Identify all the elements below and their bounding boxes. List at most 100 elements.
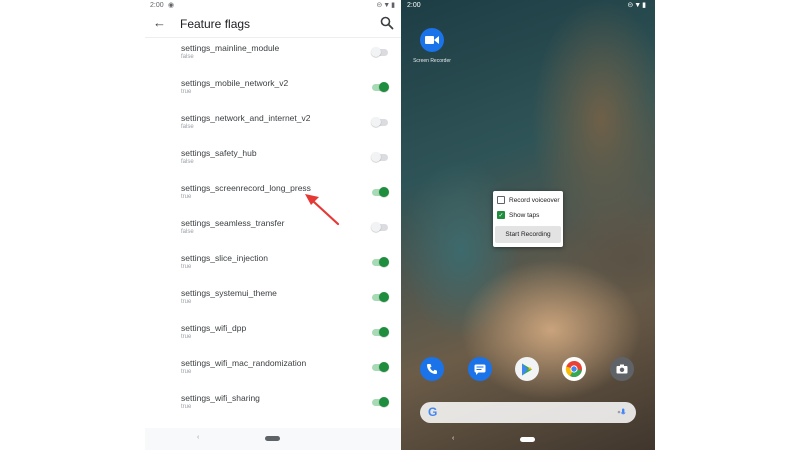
toggle-thumb [371, 117, 381, 127]
toggle-thumb [371, 222, 381, 232]
flag-value: false [181, 124, 194, 130]
flag-value: true [181, 264, 192, 270]
google-g-icon: G [428, 405, 438, 419]
flag-value: true [181, 89, 192, 95]
feature-flag-item[interactable]: settings_safety_hub false [145, 143, 401, 178]
screenshot-composite: 2:00 ◉ ⊝▼▮ ← Feature flags settings_main… [0, 0, 800, 450]
flag-name: settings_mobile_network_v2 [181, 78, 289, 88]
toggle-thumb [371, 47, 381, 57]
flag-value: true [181, 369, 192, 375]
nav-back-icon[interactable]: ‹ [197, 434, 199, 441]
navigation-bar: ‹ [401, 430, 655, 450]
flag-toggle-switch[interactable] [372, 327, 389, 337]
camera-icon[interactable] [610, 357, 634, 381]
flag-name: settings_wifi_dpp [181, 323, 247, 333]
app-dock [401, 357, 655, 387]
flag-toggle-switch[interactable] [371, 222, 388, 232]
show-taps-option[interactable]: ✓ Show taps [497, 209, 539, 221]
flag-name: settings_mainline_module [181, 43, 280, 53]
play-store-icon[interactable] [515, 357, 539, 381]
feature-flag-item[interactable]: settings_systemui_theme true [145, 283, 401, 318]
home-phone-screen: 2:00 ⊝▼▮ Screen Recorder Record voiceove… [401, 0, 655, 450]
status-icons: ⊝▼▮ [376, 1, 396, 9]
start-recording-button[interactable]: Start Recording [495, 226, 561, 243]
record-voiceover-label: Record voiceover [509, 196, 560, 204]
screen-record-popup: Record voiceover ✓ Show taps Start Recor… [493, 191, 563, 247]
flag-name: settings_wifi_sharing [181, 393, 260, 403]
feature-flag-item[interactable]: settings_mainline_module false [145, 38, 401, 73]
flag-toggle-switch[interactable] [372, 362, 389, 372]
flag-toggle-switch[interactable] [372, 397, 389, 407]
flag-value: true [181, 404, 192, 410]
google-search-bar[interactable]: G [420, 402, 636, 423]
flag-toggle-switch[interactable] [372, 82, 389, 92]
flag-value: true [181, 194, 192, 200]
toggle-thumb [379, 327, 389, 337]
record-voiceover-option[interactable]: Record voiceover [497, 194, 560, 206]
screen-recorder-shortcut[interactable]: Screen Recorder [413, 28, 451, 64]
flag-value: false [181, 54, 194, 60]
flag-name: settings_seamless_transfer [181, 218, 285, 228]
flag-name: settings_wifi_mac_randomization [181, 358, 307, 368]
show-taps-label: Show taps [509, 211, 540, 219]
mic-icon[interactable] [616, 407, 626, 417]
flag-toggle-switch[interactable] [372, 257, 389, 267]
phone-icon[interactable] [420, 357, 444, 381]
messages-icon[interactable] [468, 357, 492, 381]
nav-home-pill[interactable] [265, 436, 280, 441]
status-bar: 2:00 ◉ ⊝▼▮ [145, 0, 401, 12]
back-arrow-icon[interactable]: ← [153, 15, 166, 30]
toggle-thumb [379, 292, 389, 302]
feature-flag-item[interactable]: settings_wifi_sharing true [145, 388, 401, 423]
flag-name: settings_screenrecord_long_press [181, 183, 311, 193]
flag-toggle-switch[interactable] [372, 292, 389, 302]
feature-flag-item[interactable]: settings_wifi_dpp true [145, 318, 401, 353]
battery-icon: ▮ [642, 2, 647, 9]
flag-toggle-switch[interactable] [371, 117, 388, 127]
flag-toggle-switch[interactable] [371, 152, 388, 162]
feature-flag-item[interactable]: settings_mobile_network_v2 true [145, 73, 401, 108]
status-bar: 2:00 ⊝▼▮ [401, 0, 655, 12]
flag-toggle-switch[interactable] [372, 187, 389, 197]
nav-back-icon[interactable]: ‹ [452, 435, 454, 442]
battery-icon: ▮ [391, 2, 396, 9]
flag-name: settings_network_and_internet_v2 [181, 113, 311, 123]
flag-value: false [181, 159, 194, 165]
app-label: Screen Recorder [413, 58, 451, 64]
chrome-icon[interactable] [562, 357, 586, 381]
toggle-thumb [379, 362, 389, 372]
page-title: Feature flags [180, 17, 251, 31]
feature-flag-list: settings_mainline_module false settings_mo… [145, 38, 401, 423]
toggle-thumb [379, 257, 389, 267]
wifi-icon: ▼ [634, 2, 643, 9]
navigation-bar: ‹ [145, 428, 401, 450]
flag-toggle-switch[interactable] [371, 47, 388, 57]
feature-flag-item[interactable]: settings_network_and_internet_v2 false [145, 108, 401, 143]
toggle-thumb [379, 82, 389, 92]
settings-phone-screen: 2:00 ◉ ⊝▼▮ ← Feature flags settings_main… [145, 0, 401, 450]
flag-value: false [181, 229, 194, 235]
status-time: 2:00 [150, 2, 164, 9]
flag-name: settings_safety_hub [181, 148, 257, 158]
feature-flag-item[interactable]: settings_seamless_transfer false [145, 213, 401, 248]
status-icons: ⊝▼▮ [627, 1, 647, 9]
flag-name: settings_systemui_theme [181, 288, 277, 298]
flag-value: true [181, 299, 192, 305]
flag-value: true [181, 334, 192, 340]
toggle-thumb [379, 397, 389, 407]
feature-flag-item[interactable]: settings_wifi_mac_randomization true [145, 353, 401, 388]
app-bar: ← Feature flags [145, 12, 401, 38]
status-time: 2:00 [407, 2, 421, 9]
show-taps-checkbox[interactable]: ✓ [497, 211, 505, 219]
video-camera-icon [420, 28, 444, 52]
wifi-icon: ▼ [383, 2, 392, 9]
record-voiceover-checkbox[interactable] [497, 196, 505, 204]
nav-home-pill[interactable] [520, 437, 535, 442]
search-icon[interactable] [379, 15, 395, 31]
flag-name: settings_slice_injection [181, 253, 268, 263]
toggle-thumb [371, 152, 381, 162]
feature-flag-item[interactable]: settings_slice_injection true [145, 248, 401, 283]
android-notification-icon: ◉ [168, 2, 175, 9]
feature-flag-item[interactable]: settings_screenrecord_long_press true [145, 178, 401, 213]
toggle-thumb [379, 187, 389, 197]
